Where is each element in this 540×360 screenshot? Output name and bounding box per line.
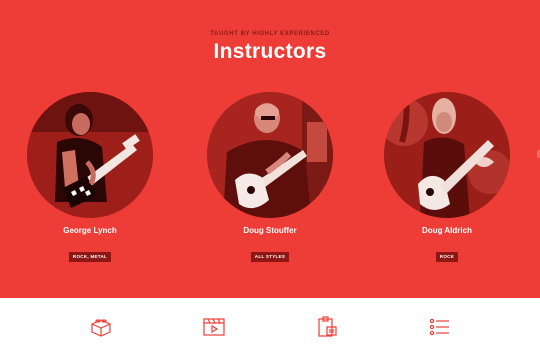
style-badge: ROCK — [435, 252, 459, 262]
style-badge: ALL STYLES — [250, 252, 290, 262]
feature-icon-bar — [0, 298, 540, 360]
instructor-card[interactable]: Doug Aldrich ROCK — [367, 0, 527, 298]
video-player-icon — [202, 316, 226, 338]
clipboard-icon — [315, 316, 339, 338]
style-badge: ROCK, METAL — [68, 252, 112, 262]
instructor-photo[interactable] — [207, 92, 333, 218]
lego-brick-icon — [89, 316, 113, 338]
instructor-card[interactable]: Doug Stouffer ALL STYLES — [190, 0, 350, 298]
instructor-name[interactable]: Doug Stouffer — [190, 226, 350, 235]
instructor-name[interactable]: George Lynch — [10, 226, 170, 235]
instructors-section: TAUGHT BY HIGHLY EXPERIENCED Instructors… — [0, 0, 540, 298]
instructor-photo[interactable] — [27, 92, 153, 218]
instructor-photo[interactable] — [384, 92, 510, 218]
instructor-name[interactable]: Doug Aldrich — [367, 226, 527, 235]
list-icon — [428, 316, 452, 338]
instructor-card[interactable]: George Lynch ROCK, METAL — [10, 0, 170, 298]
